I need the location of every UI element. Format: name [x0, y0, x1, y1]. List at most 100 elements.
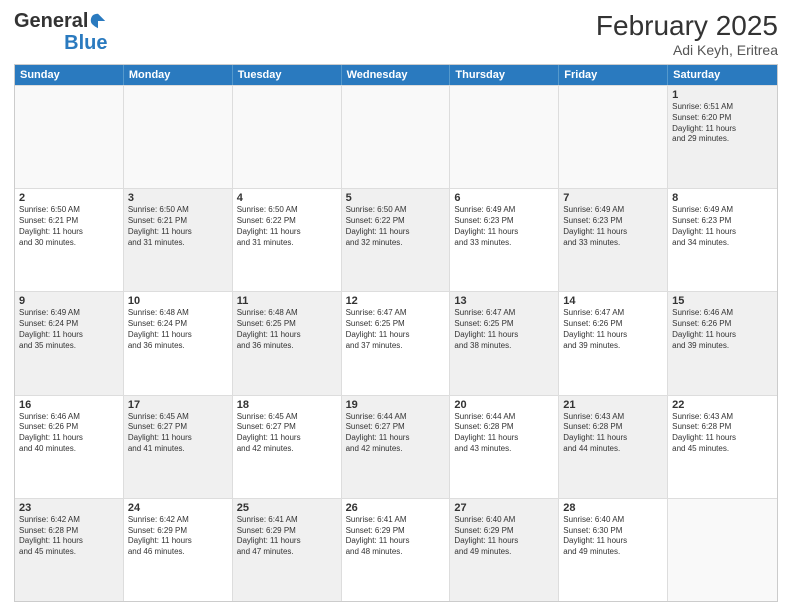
day-number: 17	[128, 399, 228, 411]
cal-cell-4-2: 25Sunrise: 6:41 AM Sunset: 6:29 PM Dayli…	[233, 499, 342, 601]
cal-cell-0-0	[15, 86, 124, 188]
day-number: 25	[237, 502, 337, 514]
cell-text: Sunrise: 6:47 AM Sunset: 6:26 PM Dayligh…	[563, 308, 663, 351]
cal-cell-2-5: 14Sunrise: 6:47 AM Sunset: 6:26 PM Dayli…	[559, 292, 668, 394]
cell-text: Sunrise: 6:44 AM Sunset: 6:27 PM Dayligh…	[346, 412, 446, 455]
cal-cell-3-0: 16Sunrise: 6:46 AM Sunset: 6:26 PM Dayli…	[15, 396, 124, 498]
cell-text: Sunrise: 6:45 AM Sunset: 6:27 PM Dayligh…	[237, 412, 337, 455]
cal-row-3: 16Sunrise: 6:46 AM Sunset: 6:26 PM Dayli…	[15, 395, 777, 498]
day-number: 23	[19, 502, 119, 514]
cal-cell-4-4: 27Sunrise: 6:40 AM Sunset: 6:29 PM Dayli…	[450, 499, 559, 601]
day-number: 15	[672, 295, 773, 307]
header-tuesday: Tuesday	[233, 65, 342, 85]
cal-cell-4-6	[668, 499, 777, 601]
cal-cell-2-1: 10Sunrise: 6:48 AM Sunset: 6:24 PM Dayli…	[124, 292, 233, 394]
cal-row-2: 9Sunrise: 6:49 AM Sunset: 6:24 PM Daylig…	[15, 291, 777, 394]
day-number: 9	[19, 295, 119, 307]
cal-cell-1-0: 2Sunrise: 6:50 AM Sunset: 6:21 PM Daylig…	[15, 189, 124, 291]
day-number: 10	[128, 295, 228, 307]
calendar-header: Sunday Monday Tuesday Wednesday Thursday…	[15, 65, 777, 85]
header-wednesday: Wednesday	[342, 65, 451, 85]
day-number: 20	[454, 399, 554, 411]
cell-text: Sunrise: 6:46 AM Sunset: 6:26 PM Dayligh…	[672, 308, 773, 351]
day-number: 11	[237, 295, 337, 307]
logo-icon	[89, 12, 107, 30]
title-block: February 2025 Adi Keyh, Eritrea	[596, 10, 778, 58]
cell-text: Sunrise: 6:44 AM Sunset: 6:28 PM Dayligh…	[454, 412, 554, 455]
cal-cell-0-4	[450, 86, 559, 188]
cell-text: Sunrise: 6:41 AM Sunset: 6:29 PM Dayligh…	[237, 515, 337, 558]
cell-text: Sunrise: 6:48 AM Sunset: 6:25 PM Dayligh…	[237, 308, 337, 351]
title-month: February 2025	[596, 10, 778, 42]
day-number: 5	[346, 192, 446, 204]
header-monday: Monday	[124, 65, 233, 85]
day-number: 21	[563, 399, 663, 411]
cal-cell-4-1: 24Sunrise: 6:42 AM Sunset: 6:29 PM Dayli…	[124, 499, 233, 601]
cal-cell-1-6: 8Sunrise: 6:49 AM Sunset: 6:23 PM Daylig…	[668, 189, 777, 291]
cell-text: Sunrise: 6:40 AM Sunset: 6:30 PM Dayligh…	[563, 515, 663, 558]
cal-cell-0-2	[233, 86, 342, 188]
day-number: 22	[672, 399, 773, 411]
cell-text: Sunrise: 6:49 AM Sunset: 6:24 PM Dayligh…	[19, 308, 119, 351]
cal-cell-3-4: 20Sunrise: 6:44 AM Sunset: 6:28 PM Dayli…	[450, 396, 559, 498]
cell-text: Sunrise: 6:49 AM Sunset: 6:23 PM Dayligh…	[672, 205, 773, 248]
cal-cell-1-5: 7Sunrise: 6:49 AM Sunset: 6:23 PM Daylig…	[559, 189, 668, 291]
cal-row-1: 2Sunrise: 6:50 AM Sunset: 6:21 PM Daylig…	[15, 188, 777, 291]
day-number: 16	[19, 399, 119, 411]
cell-text: Sunrise: 6:48 AM Sunset: 6:24 PM Dayligh…	[128, 308, 228, 351]
day-number: 28	[563, 502, 663, 514]
day-number: 24	[128, 502, 228, 514]
cell-text: Sunrise: 6:50 AM Sunset: 6:21 PM Dayligh…	[128, 205, 228, 248]
day-number: 7	[563, 192, 663, 204]
cell-text: Sunrise: 6:49 AM Sunset: 6:23 PM Dayligh…	[454, 205, 554, 248]
day-number: 2	[19, 192, 119, 204]
cal-cell-0-3	[342, 86, 451, 188]
cell-text: Sunrise: 6:50 AM Sunset: 6:22 PM Dayligh…	[346, 205, 446, 248]
day-number: 27	[454, 502, 554, 514]
cell-text: Sunrise: 6:41 AM Sunset: 6:29 PM Dayligh…	[346, 515, 446, 558]
day-number: 1	[672, 89, 773, 101]
day-number: 19	[346, 399, 446, 411]
cell-text: Sunrise: 6:49 AM Sunset: 6:23 PM Dayligh…	[563, 205, 663, 248]
cal-cell-4-3: 26Sunrise: 6:41 AM Sunset: 6:29 PM Dayli…	[342, 499, 451, 601]
day-number: 12	[346, 295, 446, 307]
cal-cell-1-4: 6Sunrise: 6:49 AM Sunset: 6:23 PM Daylig…	[450, 189, 559, 291]
cell-text: Sunrise: 6:43 AM Sunset: 6:28 PM Dayligh…	[672, 412, 773, 455]
cell-text: Sunrise: 6:47 AM Sunset: 6:25 PM Dayligh…	[346, 308, 446, 351]
cal-cell-3-5: 21Sunrise: 6:43 AM Sunset: 6:28 PM Dayli…	[559, 396, 668, 498]
cell-text: Sunrise: 6:45 AM Sunset: 6:27 PM Dayligh…	[128, 412, 228, 455]
header: General Blue February 2025 Adi Keyh, Eri…	[14, 10, 778, 58]
cell-text: Sunrise: 6:47 AM Sunset: 6:25 PM Dayligh…	[454, 308, 554, 351]
cell-text: Sunrise: 6:40 AM Sunset: 6:29 PM Dayligh…	[454, 515, 554, 558]
header-saturday: Saturday	[668, 65, 777, 85]
cal-cell-3-6: 22Sunrise: 6:43 AM Sunset: 6:28 PM Dayli…	[668, 396, 777, 498]
cal-cell-2-4: 13Sunrise: 6:47 AM Sunset: 6:25 PM Dayli…	[450, 292, 559, 394]
day-number: 13	[454, 295, 554, 307]
cell-text: Sunrise: 6:43 AM Sunset: 6:28 PM Dayligh…	[563, 412, 663, 455]
cal-cell-1-2: 4Sunrise: 6:50 AM Sunset: 6:22 PM Daylig…	[233, 189, 342, 291]
cell-text: Sunrise: 6:42 AM Sunset: 6:28 PM Dayligh…	[19, 515, 119, 558]
cal-cell-0-5	[559, 86, 668, 188]
day-number: 26	[346, 502, 446, 514]
header-sunday: Sunday	[15, 65, 124, 85]
cal-row-0: 1Sunrise: 6:51 AM Sunset: 6:20 PM Daylig…	[15, 85, 777, 188]
cal-cell-2-3: 12Sunrise: 6:47 AM Sunset: 6:25 PM Dayli…	[342, 292, 451, 394]
logo: General Blue	[14, 10, 107, 54]
cal-cell-1-3: 5Sunrise: 6:50 AM Sunset: 6:22 PM Daylig…	[342, 189, 451, 291]
header-thursday: Thursday	[450, 65, 559, 85]
title-location: Adi Keyh, Eritrea	[596, 42, 778, 58]
day-number: 3	[128, 192, 228, 204]
cal-cell-3-3: 19Sunrise: 6:44 AM Sunset: 6:27 PM Dayli…	[342, 396, 451, 498]
cell-text: Sunrise: 6:50 AM Sunset: 6:22 PM Dayligh…	[237, 205, 337, 248]
calendar: Sunday Monday Tuesday Wednesday Thursday…	[14, 64, 778, 602]
cal-cell-0-1	[124, 86, 233, 188]
cell-text: Sunrise: 6:42 AM Sunset: 6:29 PM Dayligh…	[128, 515, 228, 558]
logo-blue-text: Blue	[64, 32, 107, 54]
day-number: 6	[454, 192, 554, 204]
cal-cell-2-6: 15Sunrise: 6:46 AM Sunset: 6:26 PM Dayli…	[668, 292, 777, 394]
cell-text: Sunrise: 6:46 AM Sunset: 6:26 PM Dayligh…	[19, 412, 119, 455]
day-number: 8	[672, 192, 773, 204]
cell-text: Sunrise: 6:50 AM Sunset: 6:21 PM Dayligh…	[19, 205, 119, 248]
logo-general-text: General	[14, 10, 88, 32]
cal-cell-2-2: 11Sunrise: 6:48 AM Sunset: 6:25 PM Dayli…	[233, 292, 342, 394]
